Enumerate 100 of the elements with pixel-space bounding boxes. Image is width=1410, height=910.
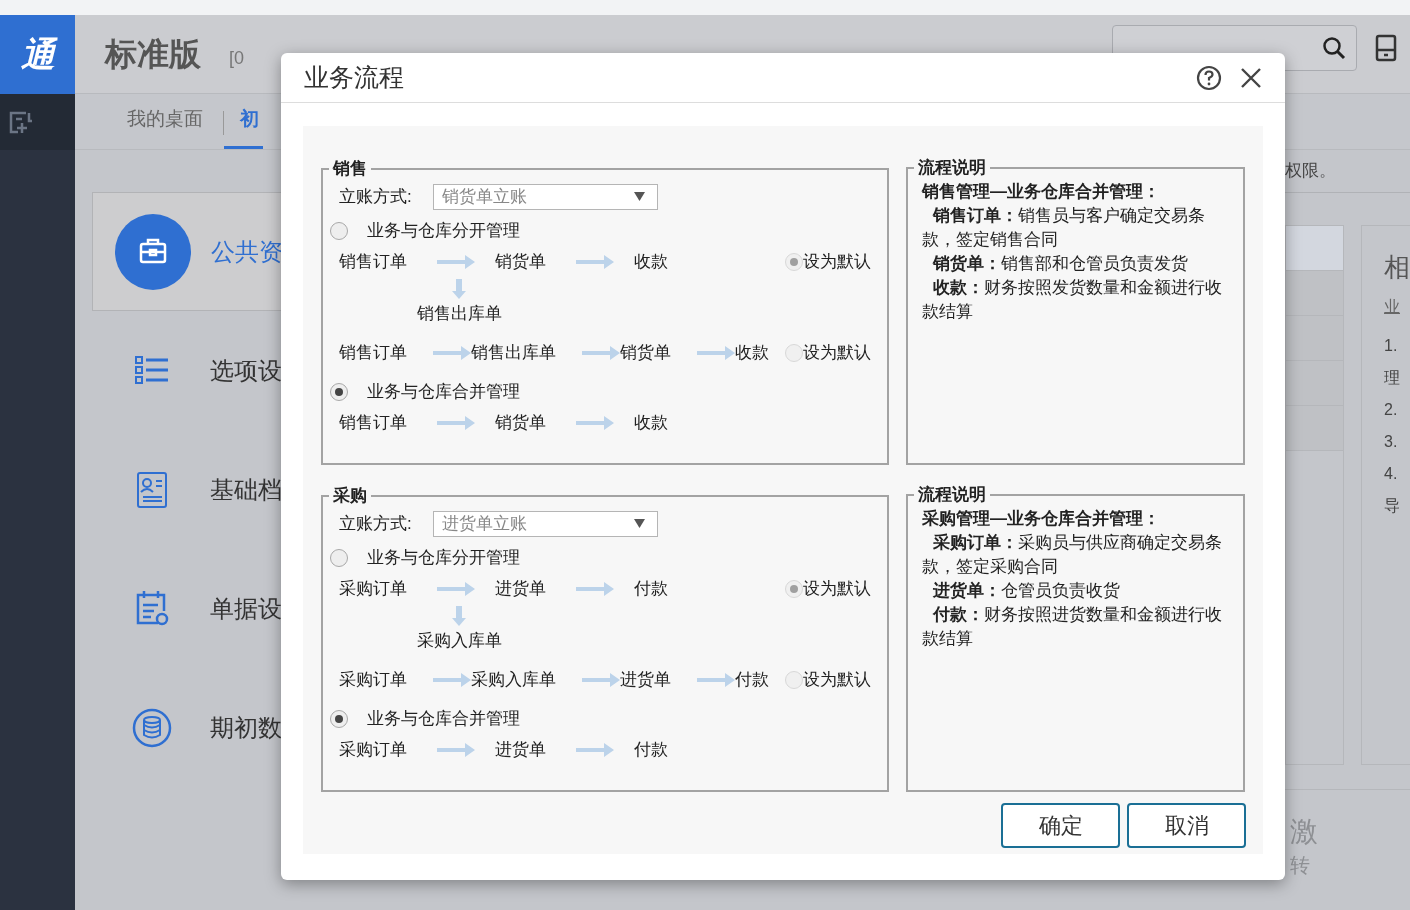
help-text: 理 [1384, 368, 1401, 388]
description-heading: 采购管理—业务仓库合并管理： [922, 508, 1161, 530]
radio-button[interactable] [785, 580, 803, 598]
arrow-icon [433, 673, 471, 687]
flow-step: 销售出库单 [416, 299, 502, 328]
radio-label: 业务与仓库合并管理 [367, 380, 520, 403]
list-row[interactable] [1286, 316, 1343, 361]
shortcut-label: 基础档 [210, 474, 282, 505]
description-text: 销售订单：销售员与客户确定交易条款，签定销售合同 [922, 205, 1206, 251]
dialog-button[interactable]: 确定 [1001, 803, 1120, 848]
help-text: 2. [1384, 400, 1399, 420]
description-text: 进货单：仓管员负责收货 [932, 580, 1121, 602]
radio-button[interactable] [785, 253, 803, 271]
shortcut-label: 单据设 [210, 593, 282, 624]
flow-step: 销售订单 [339, 410, 407, 436]
dialog-button[interactable]: 取消 [1127, 803, 1246, 848]
flow-step: 付款 [634, 737, 668, 763]
flow-step: 采购入库单 [416, 626, 502, 655]
radio-button[interactable] [785, 344, 803, 362]
arrow-icon [576, 416, 614, 430]
flow-step: 进货单 [495, 737, 546, 763]
flow-step: 采购订单 [339, 576, 407, 602]
description-text: 采购订单：采购员与供应商确定交易条款，签定采购合同 [922, 532, 1223, 578]
flow-step: 进货单 [620, 667, 671, 693]
flow-step: 采购订单 [339, 737, 407, 763]
flow-step: 销售出库单 [471, 340, 556, 366]
group-title: 采购 [332, 485, 368, 507]
posting-select[interactable]: 销货单立账 [433, 183, 658, 210]
shortcut-card[interactable]: 选项设 [92, 311, 282, 430]
radio-label: 设为默认 [803, 578, 871, 601]
flow-step: 收款 [634, 410, 668, 436]
list-row[interactable] [1286, 271, 1343, 316]
description-heading: 销售管理—业务仓库合并管理： [922, 181, 1161, 203]
help-icon[interactable] [1196, 64, 1222, 91]
search-icon[interactable] [1322, 36, 1346, 60]
arrow-icon [452, 605, 466, 626]
arrow-icon [452, 278, 466, 299]
radio-button[interactable] [330, 548, 348, 567]
database-icon [132, 707, 172, 748]
radio-button[interactable] [785, 671, 803, 689]
flow-step: 销货单 [495, 410, 546, 436]
caret-icon [634, 519, 645, 528]
flow-step: 销售订单 [339, 340, 407, 366]
flow-step: 收款 [735, 340, 769, 366]
flow-step: 销货单 [620, 340, 671, 366]
arrow-icon [437, 582, 475, 596]
shortcut-label: 公共资 [211, 236, 283, 267]
help-text: 导 [1384, 496, 1401, 516]
flow-step: 进货单 [495, 576, 546, 602]
group-title: 销售 [331, 158, 368, 180]
arrow-icon [437, 416, 475, 430]
help-text: 3. [1384, 432, 1399, 452]
dialog-title: 业务流程 [304, 61, 404, 93]
arrow-icon [576, 582, 614, 596]
help-text: 4. [1384, 464, 1399, 484]
flow-step: 收款 [634, 249, 668, 275]
arrow-icon [697, 346, 735, 360]
panel-title: 相 [1384, 251, 1410, 284]
flow-step: 采购入库单 [471, 667, 556, 693]
flow-step: 付款 [735, 667, 769, 693]
logo: 通 [0, 15, 75, 94]
shortcut-card[interactable]: 基础档 [92, 430, 282, 549]
window-icon[interactable] [8, 109, 34, 135]
shortcut-label: 期初数 [210, 712, 282, 743]
radio-button[interactable] [330, 221, 348, 240]
account-text: [0 [229, 46, 244, 70]
radio-label: 业务与仓库分开管理 [367, 219, 520, 242]
device-icon[interactable] [1375, 34, 1397, 62]
description-text: 销货单：销售部和仓管员负责发货 [931, 253, 1189, 275]
field-label: 立账方式: [339, 185, 413, 208]
close-icon[interactable] [1240, 66, 1262, 89]
group-title: 流程说明 [917, 484, 987, 506]
arrow-icon [576, 743, 614, 757]
flow-step: 付款 [634, 576, 668, 602]
arrow-icon [437, 743, 475, 757]
shortcut-card[interactable]: 单据设 [92, 549, 282, 668]
shortcut-card[interactable]: 期初数 [92, 668, 282, 787]
description-text: 付款：财务按照进货数量和金额进行收款结算 [922, 604, 1223, 650]
radio-label: 业务与仓库分开管理 [367, 546, 520, 569]
list-row[interactable] [1286, 361, 1343, 406]
edition-title: 标准版 [105, 35, 201, 74]
radio-button[interactable] [330, 709, 348, 728]
radio-label: 设为默认 [803, 251, 871, 274]
radio-label: 业务与仓库合并管理 [367, 707, 520, 730]
arrow-icon [697, 673, 735, 687]
notice-text: 权限。 [1285, 160, 1336, 183]
list-row[interactable] [1286, 406, 1343, 451]
shortcut-label: 选项设 [210, 355, 282, 386]
field-label: 立账方式: [339, 512, 413, 535]
arrow-icon [582, 346, 620, 360]
description-text: 收款：财务按照发货数量和金额进行收款结算 [922, 277, 1223, 323]
arrow-icon [582, 673, 620, 687]
radio-button[interactable] [330, 382, 348, 401]
list-row[interactable] [1286, 226, 1343, 271]
posting-select[interactable]: 进货单立账 [433, 510, 658, 537]
radio-label: 设为默认 [803, 669, 871, 692]
flow-step: 销货单 [495, 249, 546, 275]
flow-step: 采购订单 [339, 667, 407, 693]
flow-step: 销售订单 [339, 249, 407, 275]
arrow-icon [433, 346, 471, 360]
